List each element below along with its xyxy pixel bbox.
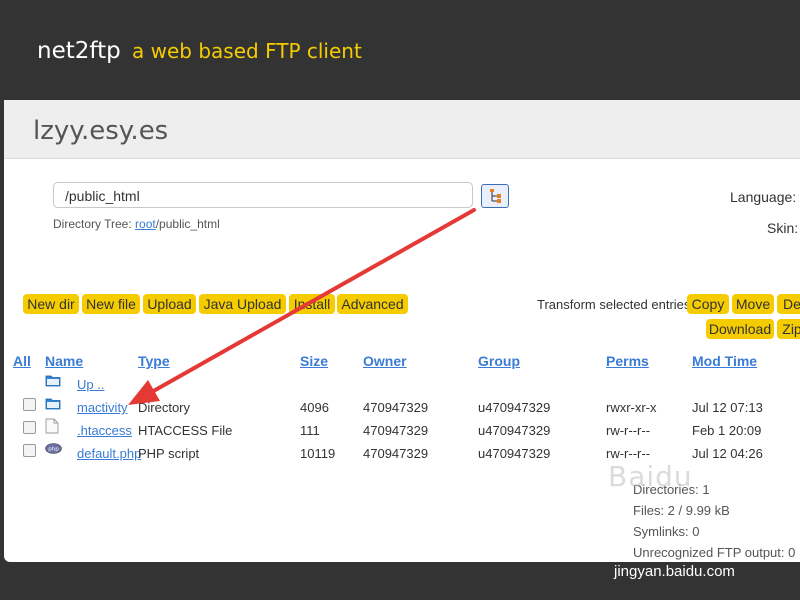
annotation-arrow-icon <box>128 208 476 405</box>
